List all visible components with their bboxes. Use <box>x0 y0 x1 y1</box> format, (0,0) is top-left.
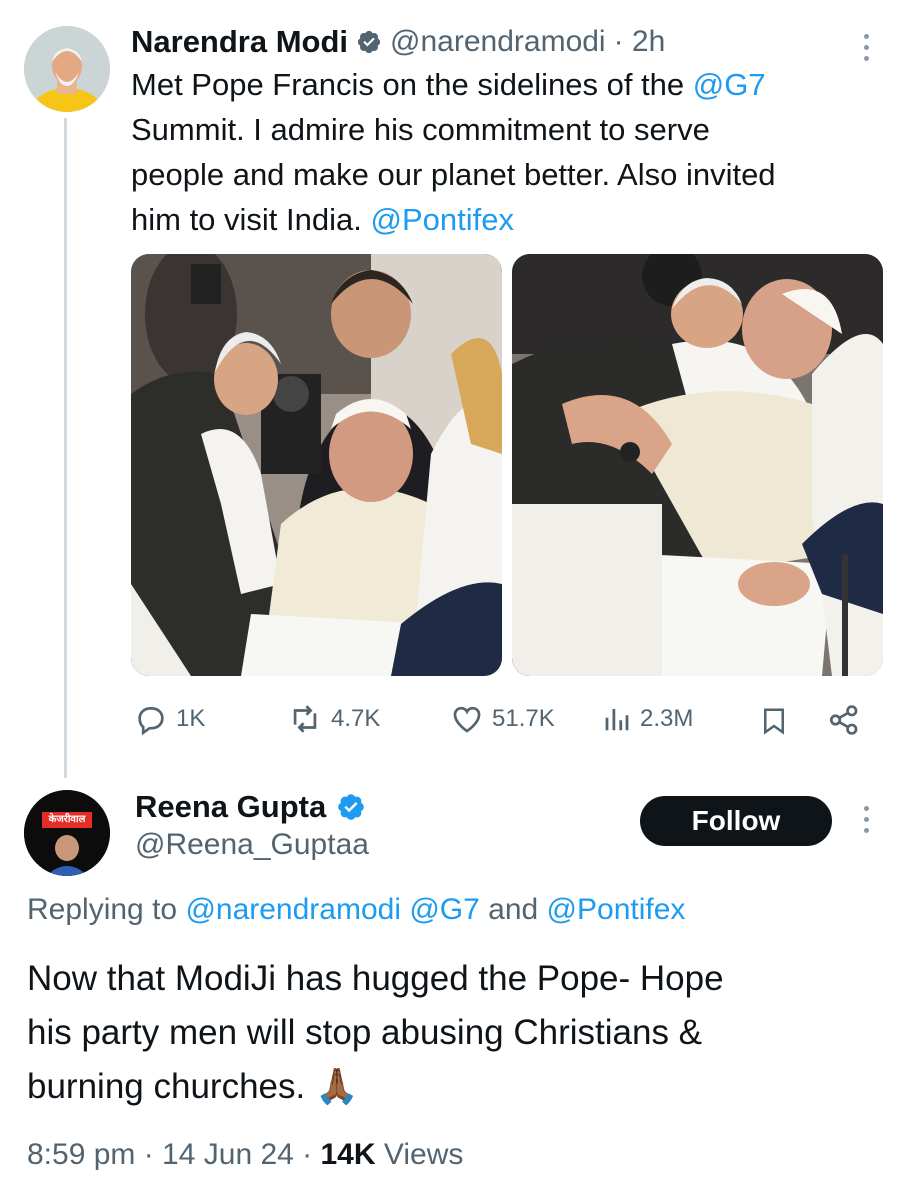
reply-button[interactable]: 1K <box>134 702 205 736</box>
author-handle[interactable]: @narendramodi <box>390 25 606 59</box>
replying-to-and: and <box>479 893 547 926</box>
replying-to: Replying to @narendramodi @G7 and @Ponti… <box>27 893 685 927</box>
reply-text: Now that ModiJi has hugged the Pope- Hop… <box>27 952 897 1114</box>
views-icon <box>602 702 632 736</box>
replying-to-prefix: Replying to <box>27 893 186 926</box>
mention-pontifex-link[interactable]: @Pontifex <box>370 202 513 237</box>
more-icon[interactable] <box>864 34 869 61</box>
reply-author-name[interactable]: Reena Gupta <box>135 789 326 825</box>
reply-text-line: burning churches. 🙏🏾 <box>27 1067 359 1106</box>
reply-avatar[interactable]: केजरीवाल <box>24 790 110 876</box>
replying-to-pontifex-link[interactable]: @Pontifex <box>547 893 686 926</box>
tweet-text-part: Met Pope Francis on the sidelines of the <box>131 67 693 102</box>
repost-count: 4.7K <box>331 705 381 732</box>
views-count: 2.3M <box>640 705 694 732</box>
like-count: 51.7K <box>492 705 555 732</box>
avatar-text: केजरीवाल <box>48 814 86 825</box>
reply-views-count: 14K <box>320 1138 376 1171</box>
author-avatar[interactable] <box>24 26 110 112</box>
reply-timestamp[interactable]: 8:59 pm · 14 Jun 24 · <box>27 1138 321 1171</box>
reply-count: 1K <box>176 705 206 732</box>
author-name[interactable]: Narendra Modi <box>131 24 348 60</box>
tweet-text-line: Summit. I admire his commitment to serve <box>131 112 710 147</box>
tweet-text: Met Pope Francis on the sidelines of the… <box>131 62 871 242</box>
follow-button[interactable]: Follow <box>640 796 832 846</box>
like-button[interactable]: 51.7K <box>450 702 555 736</box>
reply-icon <box>134 702 168 736</box>
verified-badge-icon <box>336 792 366 822</box>
views-button[interactable]: 2.3M <box>602 702 693 736</box>
share-icon[interactable] <box>827 703 861 742</box>
more-icon[interactable] <box>864 806 869 833</box>
reply-text-line: Now that ModiJi has hugged the Pope- Hop… <box>27 959 724 998</box>
like-icon <box>450 702 484 736</box>
verified-badge-icon <box>356 29 382 55</box>
tweet-photo-2[interactable] <box>512 254 883 676</box>
tweet-time: · 2h <box>613 25 666 58</box>
tweet-text-line: people and make our planet better. Also … <box>131 157 776 192</box>
bookmark-icon[interactable] <box>759 704 789 743</box>
reply-author-handle[interactable]: @Reena_Guptaa <box>135 828 369 862</box>
reply-text-line: his party men will stop abusing Christia… <box>27 1013 703 1052</box>
reply-views-label: Views <box>375 1138 464 1171</box>
repost-icon <box>287 702 323 736</box>
thread-line <box>64 118 67 778</box>
replying-to-users-link[interactable]: @narendramodi @G7 <box>185 893 479 926</box>
reply-meta: 8:59 pm · 14 Jun 24 · 14K Views <box>27 1138 463 1172</box>
tweet-photo-1[interactable] <box>131 254 502 676</box>
mention-g7-link[interactable]: @G7 <box>693 67 766 102</box>
repost-button[interactable]: 4.7K <box>287 702 380 736</box>
tweet-text-part: him to visit India. <box>131 202 371 237</box>
